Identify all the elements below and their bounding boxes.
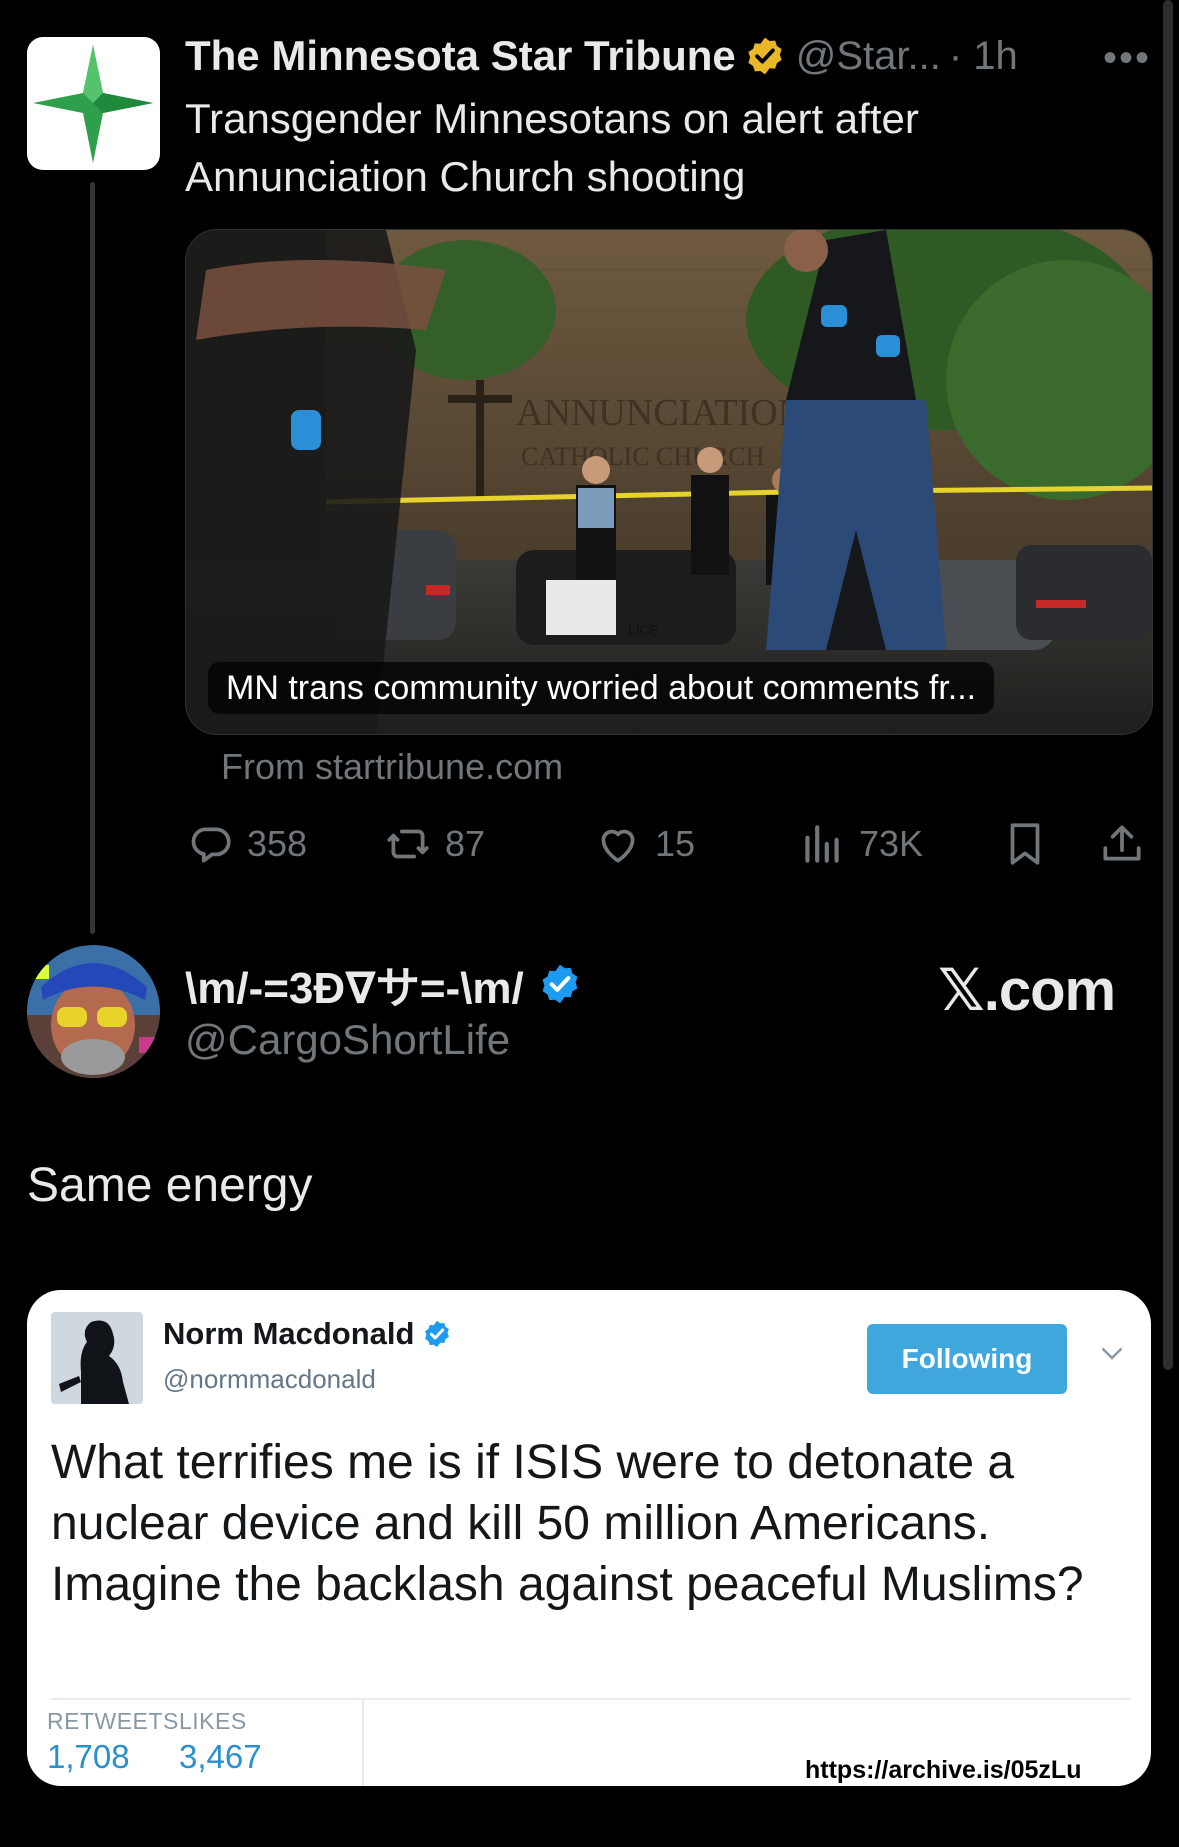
silhouette-photo xyxy=(51,1312,143,1404)
reply-text: Same energy xyxy=(27,1159,313,1212)
reply-author-handle[interactable]: @CargoShortLife xyxy=(185,1016,510,1064)
divider xyxy=(51,1698,1131,1700)
likes-label: LIKES xyxy=(179,1708,247,1734)
profile-photo xyxy=(27,945,160,1078)
views-icon xyxy=(805,825,839,863)
link-card[interactable]: ANNUNCIATION CATHOLIC CHURCH LICE MN tra… xyxy=(185,229,1153,735)
card-source[interactable]: From startribune.com xyxy=(221,746,563,788)
verified-blue-icon xyxy=(538,962,582,1006)
avatar[interactable] xyxy=(27,945,160,1078)
startribune-avatar[interactable] xyxy=(27,37,160,170)
reply-icon xyxy=(191,827,231,863)
embedded-author-handle[interactable]: @normmacdonald xyxy=(163,1364,376,1395)
verified-gold-icon xyxy=(744,35,786,77)
card-caption: MN trans community worried about comment… xyxy=(208,662,995,714)
embedded-author: Norm Macdonald xyxy=(163,1316,452,1352)
action-bar: 358 87 15 73K xyxy=(185,816,1151,872)
reply-count: 358 xyxy=(247,823,308,864)
embedded-author-name[interactable]: Norm Macdonald xyxy=(163,1316,414,1352)
norm-avatar xyxy=(51,1312,143,1404)
view-count: 73K xyxy=(859,823,924,864)
tweet-header: The Minnesota Star Tribune @Star... · 1h xyxy=(185,30,1018,82)
tweet-time[interactable]: · 1h xyxy=(949,34,1018,79)
author-handle[interactable]: @Star... xyxy=(796,34,941,79)
tweet-text: Transgender Minnesotans on alert after A… xyxy=(185,95,919,200)
star-logo-icon xyxy=(33,45,153,163)
views-button[interactable]: 73K xyxy=(797,816,923,872)
share-icon xyxy=(1103,825,1141,861)
scrollbar[interactable] xyxy=(1163,0,1173,1370)
author-name[interactable]: The Minnesota Star Tribune xyxy=(185,32,736,80)
following-button[interactable]: Following xyxy=(867,1324,1067,1394)
embedded-tweet-screenshot[interactable]: Norm Macdonald @normmacdonald Following … xyxy=(27,1290,1151,1786)
bookmark-icon xyxy=(1010,823,1040,865)
police-car-text: LICE xyxy=(628,622,659,638)
church-sign-line2: CATHOLIC CHURCH xyxy=(521,442,765,471)
chevron-down-icon[interactable] xyxy=(1097,1338,1127,1368)
card-image: ANNUNCIATION CATHOLIC CHURCH LICE xyxy=(186,230,1152,734)
share-button[interactable] xyxy=(1097,816,1159,872)
church-sign-line1: ANNUNCIATION xyxy=(516,392,805,434)
xcom-watermark: 𝕏.com xyxy=(938,958,1116,1023)
like-icon xyxy=(601,829,635,863)
retweets-label: RETWEETS xyxy=(47,1708,179,1734)
archive-url: https://archive.is/05zLu xyxy=(805,1756,1082,1784)
embedded-tweet-text: What terrifies me is if ISIS were to det… xyxy=(51,1436,1084,1611)
like-count: 15 xyxy=(655,823,696,864)
retweet-button[interactable]: 87 xyxy=(383,816,485,872)
like-button[interactable]: 15 xyxy=(593,816,695,872)
retweet-count: 87 xyxy=(445,823,486,864)
bookmark-button[interactable] xyxy=(1000,816,1062,872)
divider xyxy=(362,1700,364,1786)
more-options-icon[interactable]: ••• xyxy=(1096,36,1158,80)
retweet-icon xyxy=(387,829,429,859)
thread-line xyxy=(90,182,95,934)
verified-blue-icon xyxy=(425,1320,450,1348)
reply-author-name[interactable]: \m/-=3Ð∇サ=-\m/ xyxy=(185,952,524,1016)
retweets-count[interactable]: 1,708 xyxy=(47,1738,130,1776)
reply-author: \m/-=3Ð∇サ=-\m/ xyxy=(185,955,582,1013)
likes-count[interactable]: 3,467 xyxy=(179,1738,262,1776)
reply-button[interactable]: 358 xyxy=(185,816,307,872)
